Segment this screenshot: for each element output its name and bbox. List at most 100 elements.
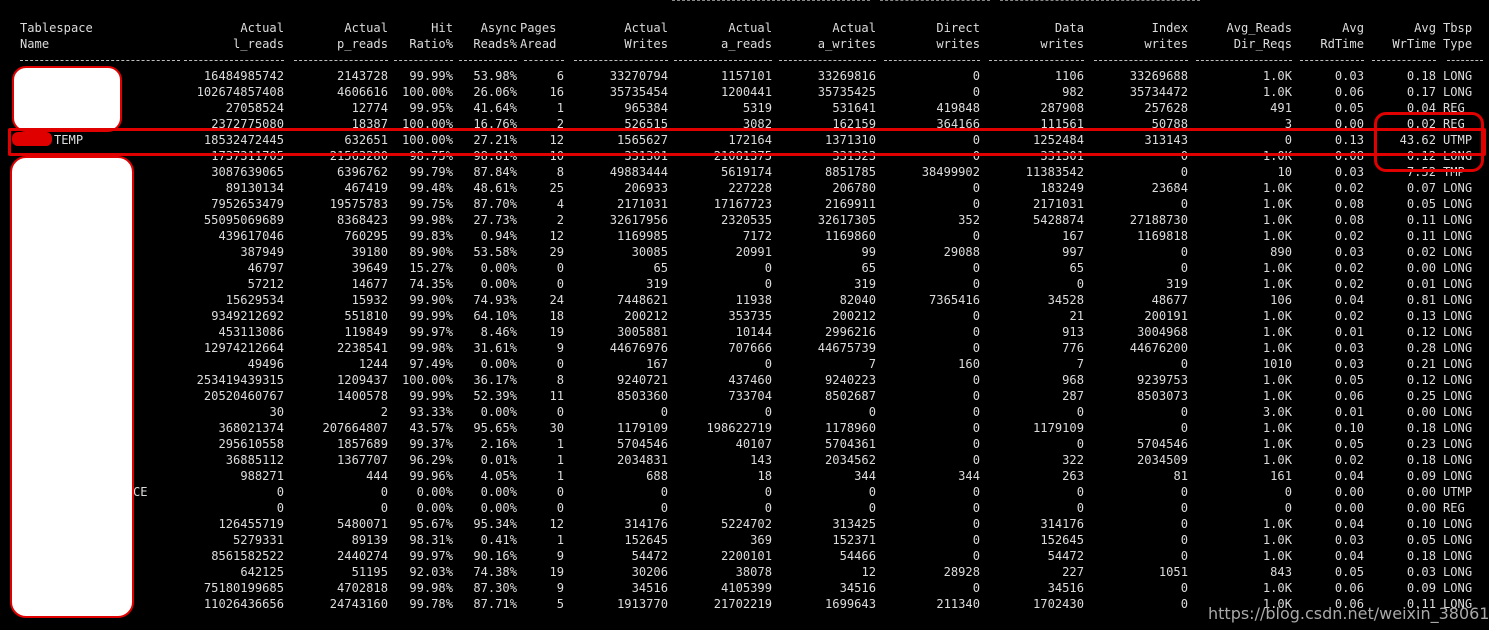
table-cell: 997 [1062, 245, 1084, 259]
table-cell: 0 [972, 389, 980, 403]
table-cell: 263 [1062, 469, 1084, 483]
table-cell: 21702219 [713, 597, 772, 611]
table-cell: 0 [972, 85, 980, 99]
table-cell: 0 [1076, 437, 1084, 451]
table-cell: 0.10 [1406, 517, 1436, 531]
table-cell: 1699643 [825, 597, 876, 611]
table-cell: 99.97% [409, 549, 453, 563]
table-cell: 11 [549, 389, 564, 403]
table-cell: 0.05 [1334, 437, 1364, 451]
table-cell: 27188730 [1129, 213, 1188, 227]
table-cell: 1.0K [1262, 325, 1292, 339]
table-cell: 95.65% [473, 421, 517, 435]
table-cell: 32617956 [609, 213, 668, 227]
table-cell: 444 [366, 469, 388, 483]
column-header: Type [1443, 37, 1473, 51]
table-cell: 44676200 [1129, 341, 1188, 355]
table-cell: 0.00% [480, 405, 517, 419]
table-cell: 0 [868, 405, 876, 419]
table-cell: 531641 [832, 101, 876, 115]
table-cell: 7172 [742, 229, 772, 243]
table-row: 12974212664 2238541 99.98% 31.61% 9 44676976 7… [0, 340, 1489, 356]
table-cell: 9240223 [825, 373, 876, 387]
table-cell: 688 [646, 469, 668, 483]
table-cell: 161 [1270, 469, 1292, 483]
table-row: 295610558 1857689 99.37% 2.16% 1 5704546 40107… [0, 436, 1489, 452]
separator [1372, 60, 1436, 62]
table-cell: 0.07 [1406, 181, 1436, 195]
table-cell: 28928 [943, 565, 980, 579]
table-cell: LONG [1443, 341, 1473, 355]
table-cell: 9 [556, 581, 564, 595]
table-row: 387949 39180 89.90% 53.58% 29 30085 20991 99 290… [0, 244, 1489, 260]
table-cell: 36885112 [225, 453, 284, 467]
table-cell: 0.00% [416, 485, 453, 499]
table-cell: 152645 [1040, 533, 1084, 547]
column-header: Avg_Reads [1226, 21, 1292, 35]
table-cell: 1.0K [1262, 373, 1292, 387]
table-cell: LONG [1443, 469, 1473, 483]
table-cell: 15.27% [409, 261, 453, 275]
table-cell: 2143728 [337, 69, 388, 83]
table-cell: 6 [556, 69, 564, 83]
table-cell: 1.0K [1262, 277, 1292, 291]
table-cell: 0 [556, 357, 564, 371]
table-cell: 5704546 [617, 437, 668, 451]
column-header: Tbsp [1443, 21, 1473, 35]
table-cell: 9239753 [1137, 373, 1188, 387]
table-cell: 1157101 [721, 69, 772, 83]
table-cell: 0.01 [1334, 325, 1364, 339]
table-cell: LONG [1443, 389, 1473, 403]
table-cell: 18 [549, 309, 564, 323]
table-cell: 21 [1069, 309, 1084, 323]
table-cell: 0.06 [1334, 581, 1364, 595]
table-row: 253419439315 1209437 100.00% 36.17% 8 9240721… [0, 372, 1489, 388]
column-header: writes [1144, 37, 1188, 51]
table-cell: 87.84% [473, 165, 517, 179]
table-cell: 1.0K [1262, 69, 1292, 83]
table-cell: LONG [1443, 309, 1473, 323]
table-cell: 44675739 [817, 341, 876, 355]
table-cell: 0.06 [1334, 389, 1364, 403]
table-cell: 890 [1270, 245, 1292, 259]
table-cell: 12974212664 [203, 341, 284, 355]
table-cell: 0 [764, 501, 772, 515]
table-cell: 8503073 [1137, 389, 1188, 403]
separator [1300, 60, 1364, 62]
table-cell: 5428874 [1033, 213, 1084, 227]
table-cell: 287 [1062, 389, 1084, 403]
table-cell: REG [1443, 501, 1465, 515]
table-cell: 1857689 [337, 437, 388, 451]
table-cell: 1400578 [337, 389, 388, 403]
table-cell: 8 [556, 373, 564, 387]
table-cell: 0.02 [1334, 261, 1364, 275]
table-row: 3087639065 6396762 99.79% 87.84% 8 49883444 56… [0, 164, 1489, 180]
table-cell: 913 [1062, 325, 1084, 339]
table-cell: 0 [972, 341, 980, 355]
redaction-mask [12, 66, 122, 132]
table-cell: 0 [868, 485, 876, 499]
table-cell: 1.0K [1262, 197, 1292, 211]
table-cell: 40107 [735, 437, 772, 451]
table-cell: 1169985 [617, 229, 668, 243]
table-cell: 99.95% [409, 101, 453, 115]
table-cell: 0.94% [480, 229, 517, 243]
table-cell: 1200441 [721, 85, 772, 99]
table-cell: 38078 [735, 565, 772, 579]
table-row: 126455719 5480071 95.67% 95.34% 12 314176 5224… [0, 516, 1489, 532]
table-cell: 93.33% [409, 405, 453, 419]
table-cell: 0.03 [1334, 165, 1364, 179]
column-header: writes [936, 37, 980, 51]
table-cell: 32617305 [817, 213, 876, 227]
table-cell: 106 [1270, 293, 1292, 307]
table-cell: LONG [1443, 453, 1473, 467]
scribble-mark [12, 132, 52, 146]
column-header: Actual [832, 21, 876, 35]
table-cell: 3005881 [617, 325, 668, 339]
separator [524, 60, 564, 62]
table-cell: 0 [1180, 421, 1188, 435]
table-cell: 437460 [728, 373, 772, 387]
table-cell: 8503360 [617, 389, 668, 403]
table-cell: 1.0K [1262, 389, 1292, 403]
table-cell: 19 [549, 565, 564, 579]
